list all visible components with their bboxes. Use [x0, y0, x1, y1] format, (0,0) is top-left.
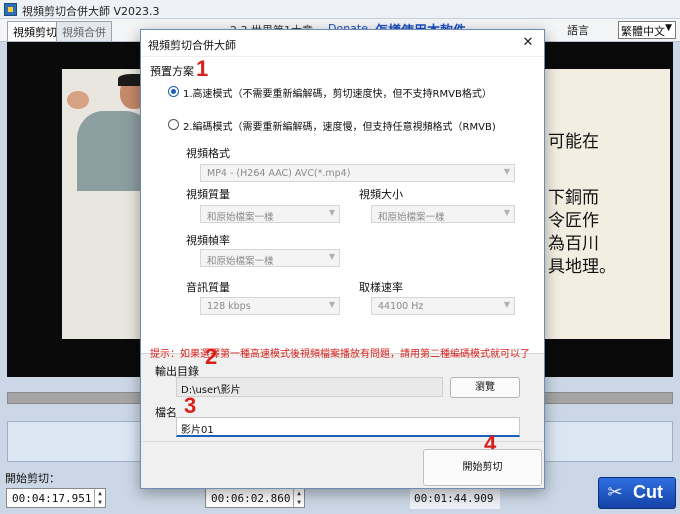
- start-time-value: 00:04:17.951: [12, 492, 92, 505]
- audio-quality-select[interactable]: 128 kbps ▼: [200, 297, 340, 315]
- chevron-down-icon: ▼: [503, 300, 510, 309]
- chevron-down-icon: ▼: [328, 252, 335, 261]
- language-select-value: 繁體中文: [621, 25, 665, 38]
- lecturer-hand: [67, 91, 89, 109]
- close-icon[interactable]: ✕: [520, 35, 536, 51]
- video-size-select[interactable]: 和原始檔案一樣 ▼: [371, 205, 515, 223]
- start-cut-label: 開始剪切：: [5, 472, 60, 485]
- frame-rate-select[interactable]: 和原始檔案一樣 ▼: [200, 249, 340, 267]
- video-format-label: 視頻格式: [186, 147, 230, 160]
- end-time-stepper[interactable]: ▲ ▼: [293, 489, 304, 507]
- video-quality-value: 和原始檔案一樣: [207, 212, 274, 223]
- chevron-down-icon: ▼: [503, 208, 510, 217]
- end-time-value: 00:06:02.860: [211, 492, 291, 505]
- video-quality-label: 視頻質量: [186, 188, 230, 201]
- app-title: 視頻剪切合併大師 V2023.3: [22, 5, 160, 18]
- chevron-down-icon: ▼: [328, 300, 335, 309]
- chevron-down-icon: ▼: [503, 167, 510, 176]
- tab-video-merge[interactable]: 視頻合併: [56, 21, 112, 41]
- step-number-2: 2: [205, 344, 218, 369]
- sample-rate-value: 44100 Hz: [378, 301, 424, 312]
- tab-video-cut[interactable]: 視頻剪切: [7, 21, 63, 41]
- audio-quality-label: 音訊質量: [186, 281, 230, 294]
- board-line: 令匠作: [548, 211, 599, 231]
- sample-rate-select[interactable]: 44100 Hz ▼: [371, 297, 515, 315]
- dialog-title: 視頻剪切合併大師: [148, 39, 236, 52]
- filename-label: 檔名: [155, 406, 177, 419]
- end-time-field[interactable]: 00:06:02.860 ▲ ▼: [205, 488, 305, 508]
- frame-rate-label: 視頻幀率: [186, 234, 230, 247]
- video-quality-select[interactable]: 和原始檔案一樣 ▼: [200, 205, 340, 223]
- radio-fast-mode[interactable]: [168, 86, 179, 97]
- preset-label: 預置方案: [150, 65, 194, 78]
- board-line: 可能在: [548, 132, 599, 152]
- encode-mode-label[interactable]: 2.編碼模式（需要重新編解碼，速度慢，但支持任意視頻格式（RMVB): [183, 118, 496, 133]
- start-time-field[interactable]: 00:04:17.951 ▲ ▼: [6, 488, 106, 508]
- step-number-3: 3: [184, 393, 197, 418]
- app-titlebar: 視頻剪切合併大師 V2023.3: [0, 0, 680, 19]
- video-size-value: 和原始檔案一樣: [378, 212, 445, 223]
- board-line: 下銅而: [548, 188, 599, 208]
- video-format-select[interactable]: MP4 - (H264 AAC) AVC(*.mp4) ▼: [200, 164, 515, 182]
- fast-mode-label[interactable]: 1.高速模式（不需要重新編解碼，剪切速度快，但不支持RMVB格式）: [183, 85, 492, 100]
- step-number-1: 1: [196, 56, 209, 81]
- filename-value: 影片01: [181, 425, 214, 436]
- audio-quality-value: 128 kbps: [207, 301, 251, 312]
- app-logo-icon: [4, 3, 17, 16]
- browse-button[interactable]: 瀏覽: [450, 377, 520, 398]
- preset-section: 預置方案 1 1.高速模式（不需要重新編解碼，剪切速度快，但不支持RMVB格式）…: [141, 56, 544, 360]
- board-line: 具地理。: [548, 257, 616, 277]
- language-select[interactable]: 繁體中文 ▼: [618, 21, 676, 39]
- radio-encode-mode[interactable]: [168, 119, 179, 130]
- chevron-down-icon: ▼: [328, 208, 335, 217]
- video-size-label: 視頻大小: [359, 188, 403, 201]
- video-frame-lecturer: [62, 69, 152, 339]
- chevron-down-icon: ▼: [665, 23, 672, 33]
- video-frame-blackboard: 可能在 下銅而 令匠作 為百川 具地理。: [542, 69, 670, 339]
- sample-rate-label: 取樣速率: [359, 281, 403, 294]
- start-cut-button[interactable]: 開始剪切: [423, 449, 542, 486]
- cut-settings-dialog: 視頻剪切合併大師 ✕ 預置方案 1 1.高速模式（不需要重新編解碼，剪切速度快，…: [140, 29, 545, 489]
- duration-readout: 00:01:44.909: [410, 489, 500, 509]
- cut-button-label: Cut: [633, 482, 663, 502]
- duration-value: 00:01:44.909: [414, 492, 494, 505]
- frame-rate-value: 和原始檔案一樣: [207, 256, 274, 267]
- start-time-stepper[interactable]: ▲ ▼: [94, 489, 105, 507]
- dialog-titlebar: 視頻剪切合併大師 ✕: [141, 30, 544, 56]
- filename-input[interactable]: 影片01: [176, 417, 520, 437]
- language-label: 語言: [567, 24, 589, 37]
- cut-button[interactable]: ✂ Cut: [598, 477, 676, 509]
- output-dir-field[interactable]: D:\user\影片: [176, 377, 443, 397]
- video-format-value: MP4 - (H264 AAC) AVC(*.mp4): [207, 168, 351, 179]
- board-line: 為百川: [548, 234, 599, 254]
- scissors-icon: ✂: [607, 482, 623, 503]
